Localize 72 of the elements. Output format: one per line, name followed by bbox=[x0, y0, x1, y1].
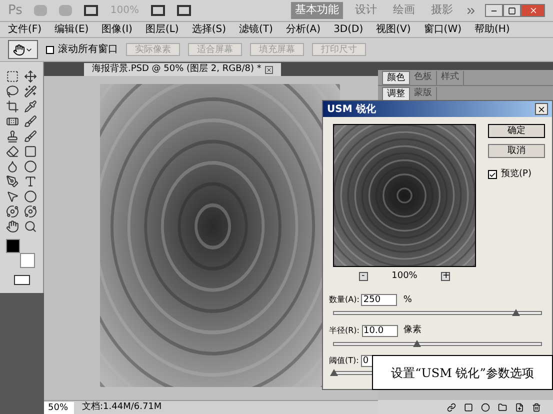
maximize-icon bbox=[508, 6, 516, 14]
menu-item[interactable]: 滤镜(T) bbox=[238, 22, 273, 37]
pointer-icon[interactable] bbox=[6, 190, 20, 203]
close-icon bbox=[537, 104, 546, 114]
preview-checkbox[interactable]: 预览(P) bbox=[488, 168, 545, 182]
zoom-out-button[interactable]: - bbox=[358, 272, 368, 282]
ok-button[interactable]: 确定 bbox=[488, 124, 545, 138]
menu-item[interactable]: 文件(F) bbox=[8, 22, 42, 37]
link-icon[interactable] bbox=[447, 402, 456, 412]
pen-icon[interactable] bbox=[6, 175, 20, 188]
zoom-icon[interactable] bbox=[24, 220, 37, 233]
callout-tooltip: 设置“USM 锐化”参数选项 bbox=[372, 355, 553, 390]
eyedropper-icon[interactable] bbox=[24, 100, 37, 113]
trash-icon[interactable] bbox=[532, 402, 541, 412]
crop-icon[interactable] bbox=[6, 100, 20, 113]
drop-icon[interactable] bbox=[6, 160, 20, 173]
menu-item[interactable]: 编辑(E) bbox=[54, 22, 89, 37]
cancel-button[interactable]: 取消 bbox=[488, 144, 545, 158]
panel-tab[interactable]: 样式 bbox=[437, 71, 464, 85]
maximize-button[interactable] bbox=[503, 4, 521, 17]
slider-track[interactable] bbox=[333, 342, 542, 346]
marquee-icon[interactable] bbox=[6, 70, 20, 83]
menu-item[interactable]: 图层(L) bbox=[145, 22, 179, 37]
input-field[interactable]: 10.0 bbox=[362, 324, 398, 337]
menu-item[interactable]: 选择(S) bbox=[192, 22, 226, 37]
workspace-tab[interactable]: 基本功能 bbox=[291, 2, 343, 19]
menu-item[interactable]: 窗口(W) bbox=[424, 22, 462, 37]
zoom-in-button[interactable]: + bbox=[441, 272, 450, 282]
unit-label: % bbox=[403, 294, 412, 306]
type-icon[interactable] bbox=[24, 175, 37, 188]
check-icon bbox=[489, 170, 496, 179]
foreground-color-swatch[interactable] bbox=[6, 239, 20, 253]
quick-mask-button[interactable] bbox=[14, 275, 30, 285]
minimize-button[interactable] bbox=[485, 4, 503, 17]
menu-item[interactable]: 视图(V) bbox=[376, 22, 411, 37]
slider-thumb[interactable] bbox=[412, 340, 421, 346]
eraser-icon[interactable] bbox=[6, 145, 20, 158]
hand-icon bbox=[13, 44, 25, 56]
unit-label: 像素 bbox=[404, 324, 422, 337]
ellipse-icon[interactable] bbox=[24, 190, 37, 203]
document-tab[interactable]: 海报背景.PSD @ 50% (图层 2, RGB/8) * bbox=[84, 63, 282, 76]
lasso-icon[interactable] bbox=[6, 85, 20, 98]
zoom-level: 100% bbox=[392, 270, 418, 283]
new-layer-icon[interactable] bbox=[515, 402, 524, 412]
document-info: 文档:1.44M/6.71M bbox=[82, 400, 162, 414]
app-logo: Ps bbox=[8, 2, 22, 20]
menu-item[interactable]: 3D(D) bbox=[334, 22, 364, 37]
menu-item[interactable]: 分析(A) bbox=[286, 22, 321, 37]
dialog-title: USM 锐化 bbox=[327, 102, 376, 116]
folder-icon[interactable] bbox=[498, 402, 507, 412]
orbit-icon[interactable] bbox=[6, 205, 20, 218]
zoom-field[interactable]: 50% bbox=[44, 402, 74, 414]
panel-tab[interactable]: 颜色 bbox=[382, 71, 410, 85]
tool-preset-picker[interactable] bbox=[8, 40, 38, 59]
close-icon[interactable] bbox=[265, 66, 274, 74]
close-icon bbox=[528, 6, 538, 15]
stamp-icon[interactable] bbox=[6, 130, 20, 143]
panel-tab[interactable]: 色板 bbox=[410, 71, 437, 85]
input-field[interactable]: 250 bbox=[361, 294, 398, 306]
scroll-all-windows-checkbox[interactable]: 滚动所有窗口 bbox=[46, 42, 118, 57]
brush-icon[interactable] bbox=[24, 115, 37, 128]
bandage-icon[interactable] bbox=[6, 115, 20, 128]
hand-icon[interactable] bbox=[6, 220, 20, 233]
menu-item[interactable]: 帮助(H) bbox=[474, 22, 510, 37]
menu-item[interactable]: 图像(I) bbox=[102, 22, 132, 37]
panel-tab[interactable]: 调整 bbox=[382, 87, 410, 101]
move-icon[interactable] bbox=[24, 70, 37, 83]
slider-thumb[interactable] bbox=[512, 309, 520, 316]
magic-wand-icon[interactable] bbox=[24, 85, 37, 98]
close-button[interactable] bbox=[535, 103, 548, 115]
background-color-swatch[interactable] bbox=[20, 253, 34, 268]
slider-track[interactable] bbox=[333, 311, 542, 315]
